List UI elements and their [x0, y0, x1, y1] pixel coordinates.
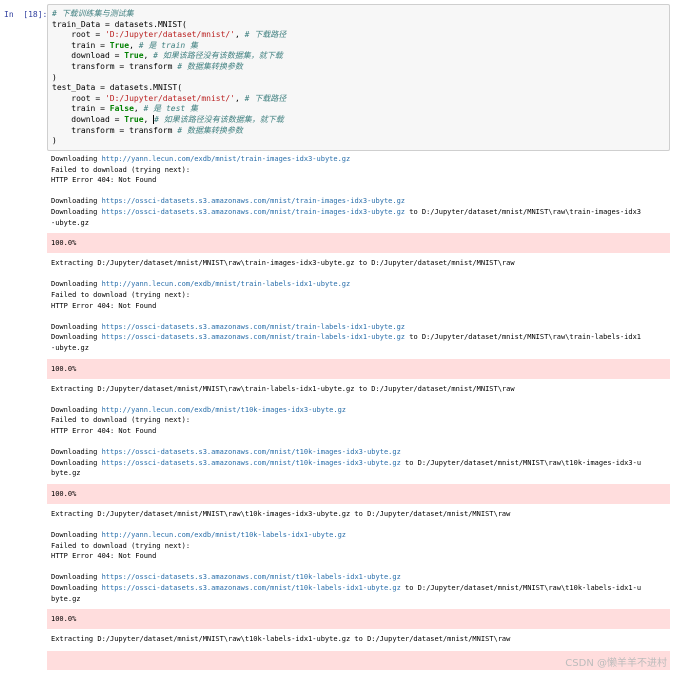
progress-output: 100.0% [47, 358, 670, 379]
extract-line: Extracting D:/Jupyter/dataset/mnist/MNIS… [51, 384, 515, 393]
progress-output: 100.0% [47, 233, 670, 254]
cell-output: Downloading http://yann.lecun.com/exdb/m… [47, 154, 670, 645]
output-section: Downloading http://yann.lecun.com/exdb/m… [47, 279, 670, 404]
download-link[interactable]: https://ossci-datasets.s3.amazonaws.com/… [102, 333, 405, 341]
code-train-head: train_Data = datasets.MNIST( [52, 19, 187, 29]
download-link[interactable]: https://ossci-datasets.s3.amazonaws.com/… [102, 448, 401, 456]
output-section: Downloading http://yann.lecun.com/exdb/m… [47, 405, 670, 530]
download-link[interactable]: https://ossci-datasets.s3.amazonaws.com/… [102, 573, 401, 581]
code-editor[interactable]: # 下载训练集与测试集 train_Data = datasets.MNIST(… [48, 5, 669, 147]
download-link[interactable]: https://ossci-datasets.s3.amazonaws.com/… [102, 197, 405, 205]
progress-output: 100.0% [47, 483, 670, 504]
download-link[interactable]: https://ossci-datasets.s3.amazonaws.com/… [102, 208, 405, 216]
code-cell-input[interactable]: # 下载训练集与测试集 train_Data = datasets.MNIST(… [47, 4, 670, 151]
download-link[interactable]: https://ossci-datasets.s3.amazonaws.com/… [102, 323, 405, 331]
download-link[interactable]: https://ossci-datasets.s3.amazonaws.com/… [102, 459, 401, 467]
extract-line: Extracting D:/Jupyter/dataset/mnist/MNIS… [51, 509, 511, 518]
cell-prompt: In [18]: [4, 10, 48, 19]
code-comment: # 下载训练集与测试集 [52, 9, 134, 18]
progress-output: 100.0% [47, 609, 670, 630]
extract-line: Extracting D:/Jupyter/dataset/mnist/MNIS… [51, 259, 515, 268]
download-link[interactable]: http://yann.lecun.com/exdb/mnist/train-l… [102, 280, 351, 288]
extract-line: Extracting D:/Jupyter/dataset/mnist/MNIS… [51, 635, 511, 644]
download-link[interactable]: http://yann.lecun.com/exdb/mnist/t10k-im… [102, 406, 346, 414]
download-link[interactable]: https://ossci-datasets.s3.amazonaws.com/… [102, 584, 401, 592]
output-section: Downloading http://yann.lecun.com/exdb/m… [47, 154, 670, 279]
code-test-head: test_Data = datasets.MNIST( [52, 83, 183, 93]
download-link[interactable]: http://yann.lecun.com/exdb/mnist/train-i… [102, 155, 351, 163]
output-section: Downloading http://yann.lecun.com/exdb/m… [47, 530, 670, 645]
watermark: CSDN @懒羊羊不进村 [565, 658, 667, 669]
download-link[interactable]: http://yann.lecun.com/exdb/mnist/t10k-la… [102, 531, 346, 539]
